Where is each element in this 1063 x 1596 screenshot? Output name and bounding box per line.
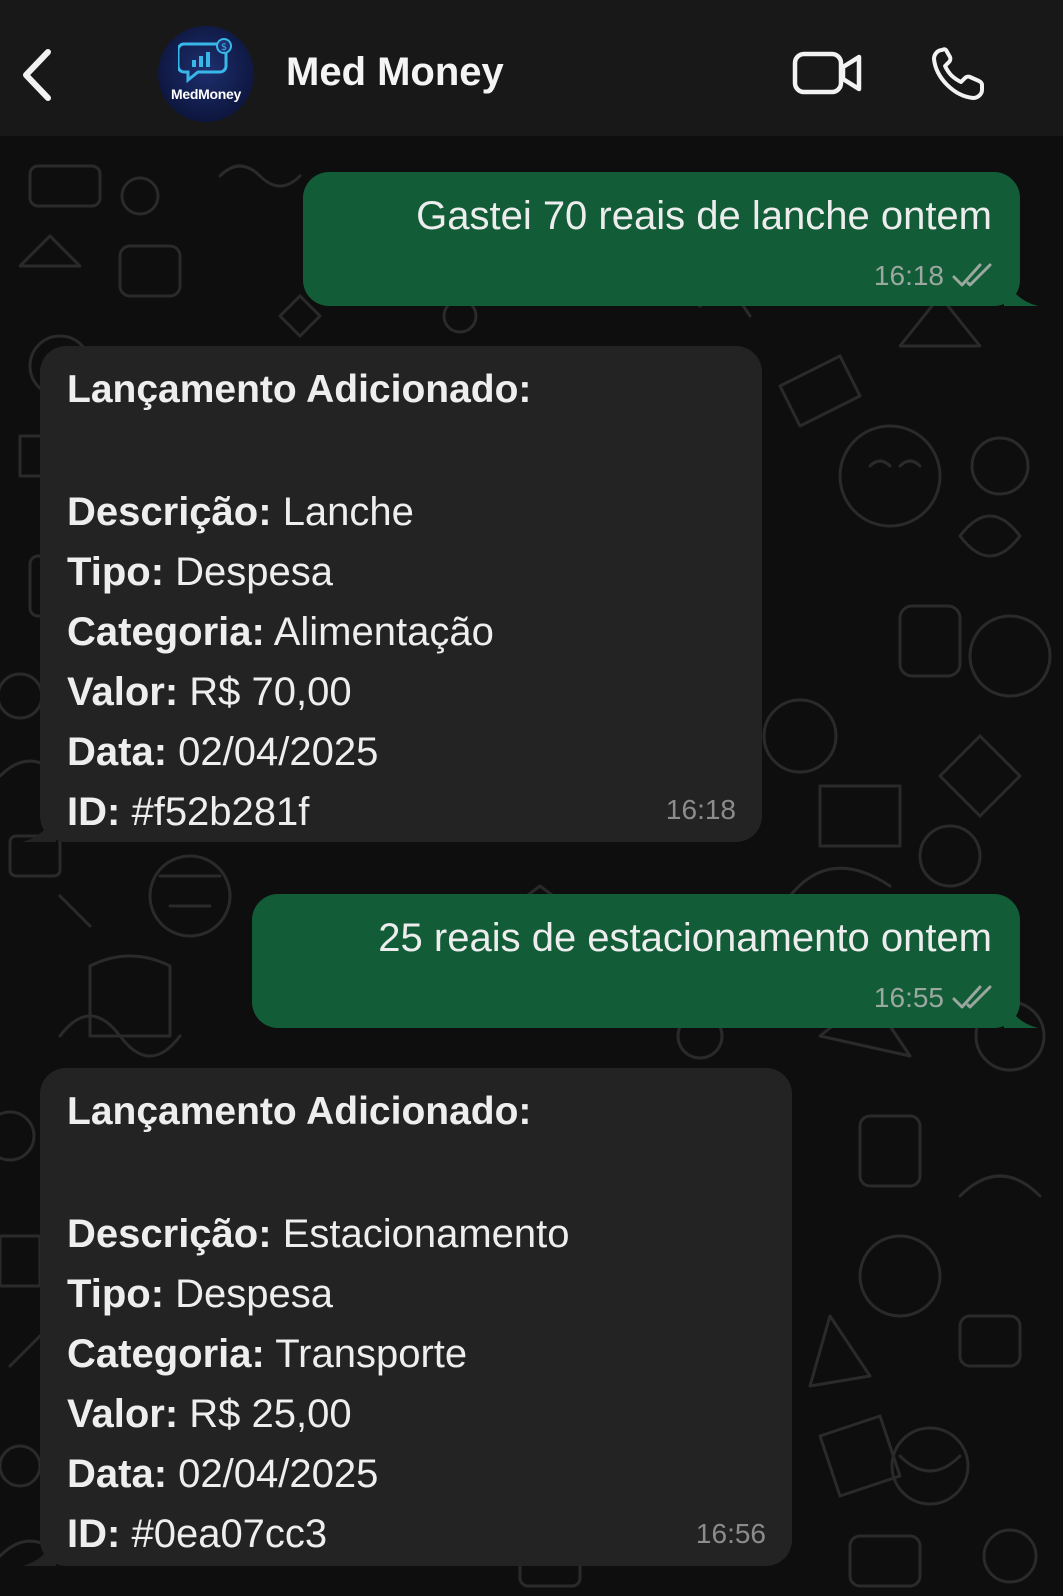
avatar[interactable]: $ MedMoney [158, 26, 254, 122]
detail-valor: Valor: R$ 70,00 [67, 670, 352, 714]
detail-tipo: Tipo: Despesa [67, 1272, 334, 1316]
message-meta: 16:55 [874, 982, 994, 1014]
double-check-icon [952, 985, 992, 1009]
double-check-icon [952, 263, 992, 287]
chevron-left-icon [23, 49, 51, 101]
detail-tipo: Tipo: Despesa [67, 550, 334, 594]
detail-data: Data: 02/04/2025 [67, 1452, 379, 1496]
chat-header: $ MedMoney Med Money [0, 0, 1063, 136]
message-time: 16:18 [873, 260, 944, 291]
message-outgoing[interactable]: 25 reais de estacionamento ontem 16:55 [252, 894, 1020, 1028]
video-call-button[interactable] [792, 48, 864, 98]
message-time: 16:18 [665, 794, 736, 825]
detail-descricao: Descrição: Estacionamento [67, 1212, 570, 1256]
message-title: Lançamento Adicionado: [67, 1090, 532, 1133]
message-incoming[interactable]: Lançamento Adicionado: Descrição: Lanche… [40, 346, 762, 842]
detail-descricao: Descrição: Lanche [67, 490, 414, 534]
message-time: 16:56 [695, 1518, 766, 1549]
svg-text:$: $ [221, 42, 227, 53]
detail-id: ID: #f52b281f [67, 790, 310, 834]
message-meta: 16:56 [696, 1518, 766, 1550]
detail-categoria: Categoria: Transporte [67, 1332, 468, 1376]
message-text: 25 reais de estacionamento ontem [378, 916, 992, 960]
chat-chart-logo-icon: $ [178, 38, 232, 84]
message-outgoing[interactable]: Gastei 70 reais de lanche ontem 16:18 [303, 172, 1020, 306]
detail-id: ID: #0ea07cc3 [67, 1512, 328, 1556]
bubble-tail-incoming [22, 1536, 56, 1566]
message-title: Lançamento Adicionado: [67, 368, 532, 411]
message-time: 16:55 [873, 982, 944, 1013]
avatar-logo-text: MedMoney [171, 86, 241, 102]
detail-valor: Valor: R$ 25,00 [67, 1392, 352, 1436]
bubble-tail-outgoing [1004, 998, 1038, 1028]
bubble-tail-outgoing [1004, 276, 1038, 306]
phone-icon [932, 47, 984, 100]
detail-data: Data: 02/04/2025 [67, 730, 379, 774]
detail-categoria: Categoria: Alimentação [67, 610, 494, 654]
bubble-tail-incoming [22, 812, 56, 842]
transaction-details: Descrição: Estacionamento Tipo: Despesa … [67, 1204, 570, 1564]
voice-call-button[interactable] [928, 44, 988, 104]
message-incoming[interactable]: Lançamento Adicionado: Descrição: Estaci… [40, 1068, 792, 1566]
contact-name[interactable]: Med Money [286, 50, 504, 95]
message-meta: 16:18 [666, 794, 736, 826]
message-meta: 16:18 [874, 260, 994, 292]
message-text: Gastei 70 reais de lanche ontem [416, 194, 992, 238]
transaction-details: Descrição: Lanche Tipo: Despesa Categori… [67, 482, 494, 842]
back-button[interactable] [14, 44, 64, 106]
chat-area[interactable]: Gastei 70 reais de lanche ontem 16:18 La… [0, 136, 1063, 1596]
video-camera-icon [792, 51, 862, 95]
